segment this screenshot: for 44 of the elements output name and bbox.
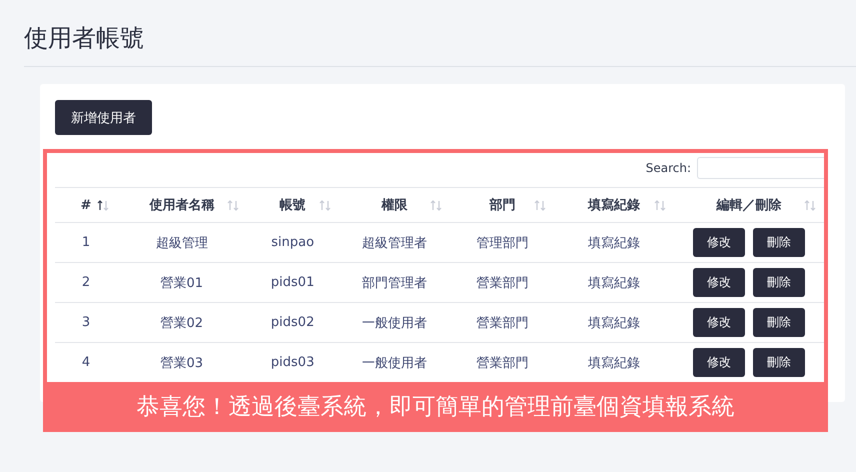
column-header[interactable]: 部門 — [489, 196, 516, 214]
table-cell: 2 — [82, 275, 90, 290]
column-header[interactable]: # — [80, 198, 92, 212]
delete-button[interactable]: 刪除 — [753, 348, 806, 377]
delete-button[interactable]: 刪除 — [753, 228, 806, 257]
table-cell: 填寫紀錄 — [588, 236, 640, 250]
table-cell: 部門管理者 — [362, 276, 427, 290]
table-cell: 營業部門 — [476, 316, 528, 330]
table-cell: 營業01 — [160, 276, 204, 290]
add-user-button[interactable]: 新增使用者 — [55, 100, 152, 135]
page-title: 使用者帳號 — [23, 25, 145, 54]
search-label: Search: — [646, 161, 691, 175]
table-cell: pids02 — [270, 315, 314, 330]
table-cell: 1 — [82, 235, 90, 250]
table-cell: 3 — [82, 315, 90, 330]
column-header[interactable]: 權限 — [382, 196, 408, 214]
edit-button[interactable]: 修改 — [693, 268, 746, 297]
delete-button[interactable]: 刪除 — [753, 268, 806, 297]
table-cell: 超級管理 — [156, 236, 208, 250]
edit-button[interactable]: 修改 — [693, 308, 746, 337]
column-header[interactable]: 帳號 — [280, 196, 306, 214]
search-field[interactable] — [697, 157, 824, 179]
edit-button[interactable]: 修改 — [693, 228, 746, 257]
table-cell: 填寫紀錄 — [588, 356, 640, 370]
table-cell: pids03 — [270, 355, 314, 370]
delete-button[interactable]: 刪除 — [753, 308, 806, 337]
sort-icon[interactable] — [96, 200, 109, 210]
table-cell: 一般使用者 — [362, 316, 427, 330]
table-cell: 營業部門 — [476, 276, 528, 290]
table-cell: 超級管理者 — [362, 236, 427, 250]
column-header[interactable]: 填寫紀錄 — [588, 196, 640, 214]
table-cell: 填寫紀錄 — [588, 276, 640, 290]
column-header[interactable]: 使用者名稱 — [149, 196, 214, 214]
table-cell: 營業部門 — [476, 356, 528, 370]
table-cell: 一般使用者 — [362, 356, 427, 370]
table-cell: 填寫紀錄 — [588, 316, 640, 330]
edit-button[interactable]: 修改 — [693, 348, 746, 377]
table-cell: pids01 — [270, 275, 314, 290]
table-cell: 管理部門 — [476, 236, 528, 250]
table-cell: 營業02 — [160, 316, 204, 330]
column-header[interactable]: 編輯／刪除 — [716, 196, 782, 214]
table-cell: 4 — [82, 355, 90, 370]
table-cell: sinpao — [271, 235, 314, 250]
table-cell: 營業03 — [160, 356, 204, 370]
